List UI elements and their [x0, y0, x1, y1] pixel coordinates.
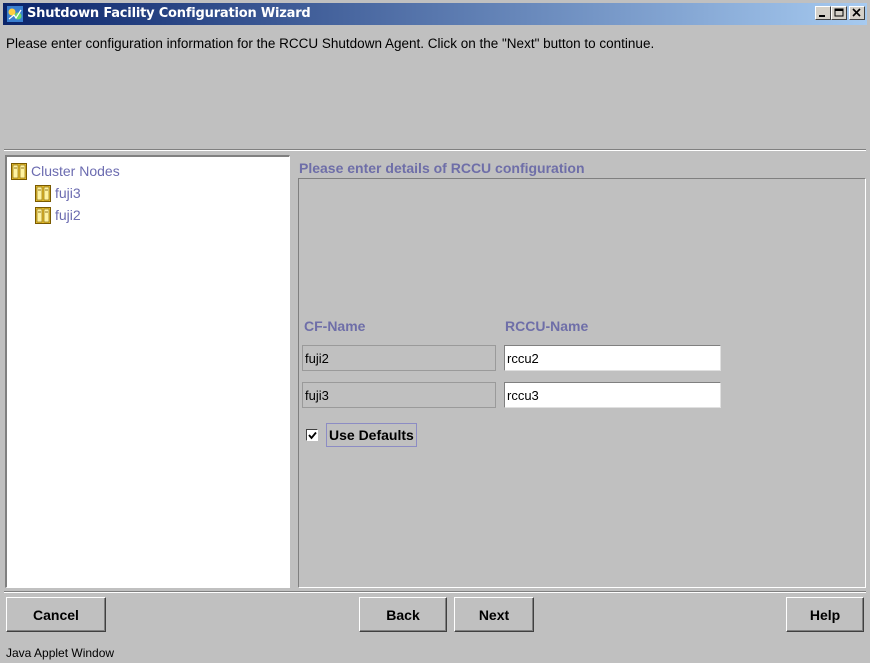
cf-name-field: fuji3 [302, 382, 496, 408]
title-bar: Shutdown Facility Configuration Wizard [3, 3, 867, 25]
cf-name-field: fuji2 [302, 345, 496, 371]
back-button[interactable]: Back [359, 597, 447, 632]
status-text: Java Applet Window [6, 646, 115, 660]
close-button[interactable] [849, 6, 865, 20]
use-defaults-label[interactable]: Use Defaults [326, 423, 417, 447]
next-button[interactable]: Next [454, 597, 534, 632]
cancel-button[interactable]: Cancel [6, 597, 106, 632]
tree-node-label: fuji2 [55, 207, 81, 223]
wizard-app-icon [7, 6, 23, 22]
close-icon [852, 8, 861, 17]
server-node-icon [35, 206, 51, 224]
minimize-button[interactable] [815, 6, 831, 20]
checkmark-icon [307, 431, 317, 439]
wizard-window: Shutdown Facility Configuration Wizard P… [0, 0, 870, 663]
tree-root-label: Cluster Nodes [31, 163, 120, 179]
cluster-tree-panel[interactable]: Cluster Nodes fuji3 fuji2 [5, 155, 290, 588]
divider [4, 591, 866, 593]
rccu-name-input[interactable]: rccu2 [504, 345, 721, 371]
details-header: Please enter details of RCCU configurati… [299, 160, 585, 176]
server-node-icon [35, 184, 51, 202]
use-defaults-checkbox[interactable] [306, 429, 318, 441]
use-defaults-option[interactable]: Use Defaults [302, 422, 417, 448]
divider [4, 149, 866, 151]
rccu-name-column-label: RCCU-Name [505, 318, 589, 334]
window-title: Shutdown Facility Configuration Wizard [27, 6, 311, 21]
status-bar: Java Applet Window [0, 639, 870, 663]
tree-node-label: fuji3 [55, 185, 81, 201]
tree-node-fuji2[interactable]: fuji2 [35, 206, 81, 224]
help-button[interactable]: Help [786, 597, 864, 632]
minimize-icon [819, 15, 825, 17]
cluster-folder-icon [11, 162, 27, 180]
instructions-text: Please enter configuration information f… [6, 36, 655, 51]
tree-node-fuji3[interactable]: fuji3 [35, 184, 81, 202]
cf-name-column-label: CF-Name [304, 318, 366, 334]
maximize-icon [834, 8, 844, 17]
maximize-button[interactable] [831, 6, 847, 20]
rccu-name-input[interactable]: rccu3 [504, 382, 721, 408]
tree-root-cluster-nodes[interactable]: Cluster Nodes [11, 162, 120, 180]
